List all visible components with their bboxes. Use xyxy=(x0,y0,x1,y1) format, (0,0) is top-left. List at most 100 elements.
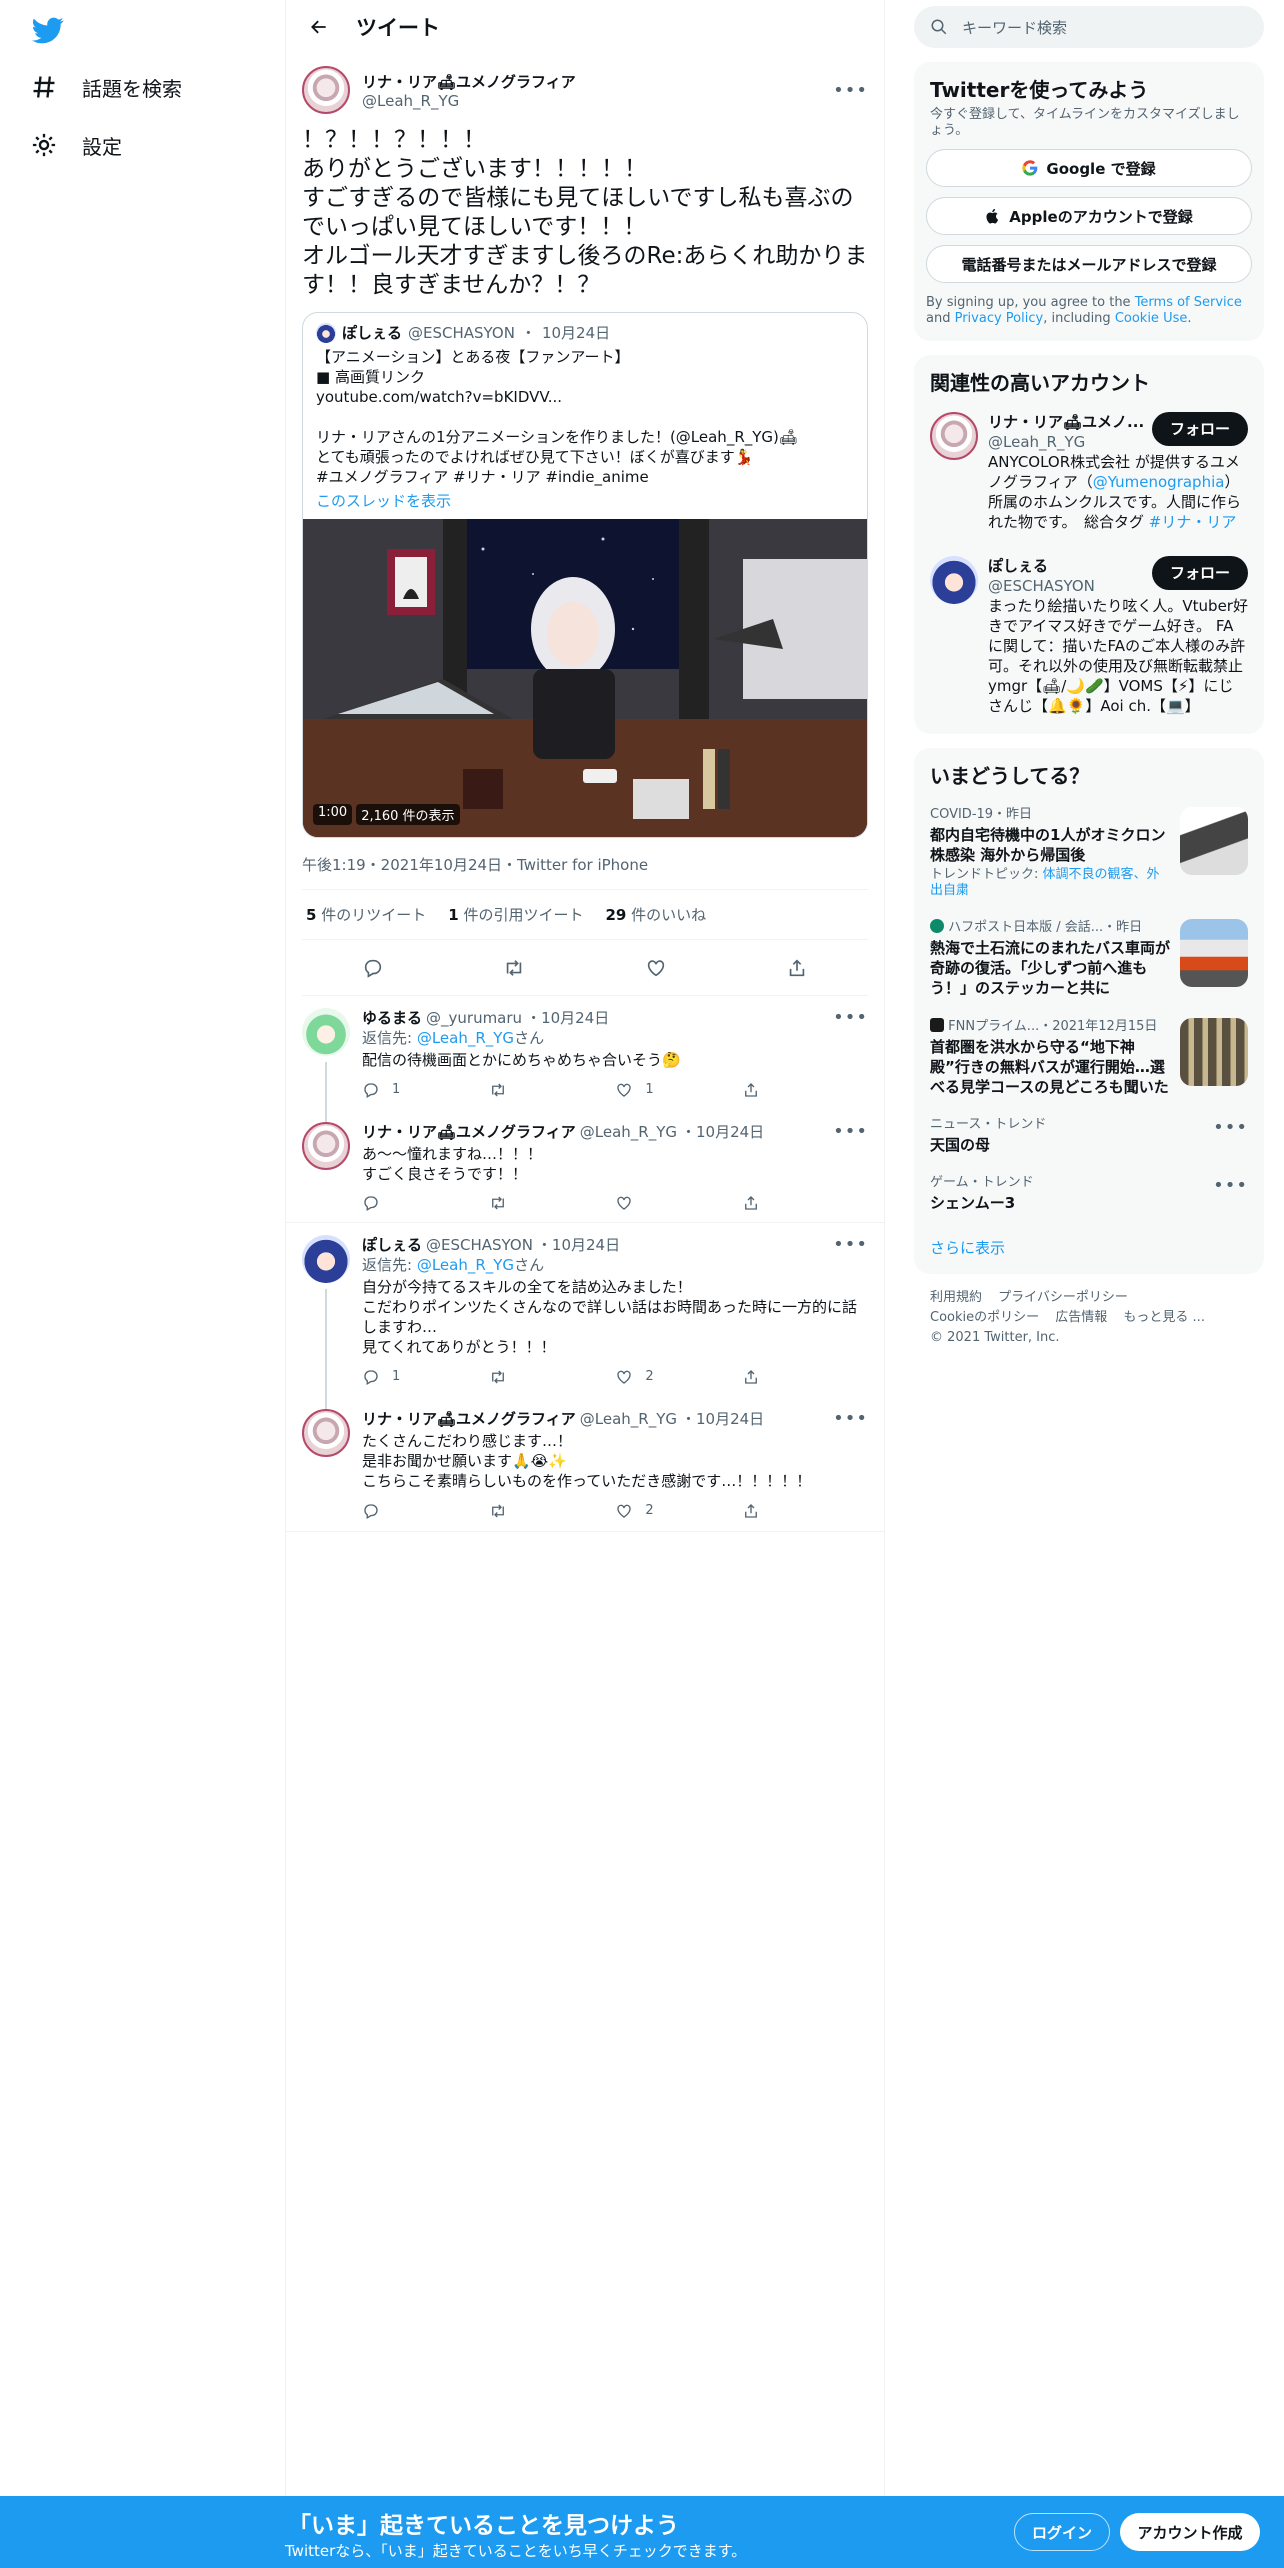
likes-stat[interactable]: 29 件のいいね xyxy=(605,904,706,925)
footer-link-cookie[interactable]: Cookieのポリシー xyxy=(930,1310,1039,1325)
retweet-button[interactable] xyxy=(489,1501,549,1521)
reply-date[interactable]: ・10月24日 xyxy=(681,1409,764,1429)
reply-author-handle[interactable]: @Leah_R_YG xyxy=(580,1409,677,1429)
banner-title: 「いま」起きていることを見つけよう xyxy=(288,2513,679,2539)
signup-button[interactable]: アカウント作成 xyxy=(1120,2513,1260,2551)
terms-link[interactable]: Terms of Service xyxy=(1135,295,1242,310)
show-thread-link[interactable]: このスレッドを表示 xyxy=(316,491,854,511)
trend-item[interactable]: ニュース・トレンド 天国の母 ••• xyxy=(914,1107,1264,1165)
avatar[interactable] xyxy=(302,66,350,114)
reply-to-link[interactable]: @Leah_R_YG xyxy=(417,1029,514,1047)
share-icon[interactable] xyxy=(786,957,808,979)
avatar[interactable] xyxy=(930,556,978,604)
reply-button[interactable]: 1 xyxy=(362,1080,422,1100)
follow-button[interactable]: フォロー xyxy=(1151,412,1248,446)
tweet-timestamp[interactable]: 午後1:19・2021年10月24日・Twitter for iPhone xyxy=(302,840,868,890)
avatar[interactable] xyxy=(302,1409,350,1457)
account-handle[interactable]: @ESCHASYON xyxy=(988,576,1095,596)
reply-tweet[interactable]: リナ・リア🛋ユメノグラフィア @Leah_R_YG ・10月24日 ••• たく… xyxy=(286,1397,884,1532)
reply-author-handle[interactable]: @_yurumaru xyxy=(426,1008,522,1028)
like-button[interactable]: 2 xyxy=(615,1501,675,1521)
google-signup-button[interactable]: Google で登録 xyxy=(926,149,1252,187)
more-options-icon[interactable]: ••• xyxy=(833,1008,868,1028)
reply-date[interactable]: ・10月24日 xyxy=(537,1235,620,1255)
more-options-icon[interactable]: ••• xyxy=(833,1409,868,1429)
more-options-icon[interactable]: ••• xyxy=(833,1122,868,1142)
twitter-logo-icon[interactable] xyxy=(32,14,64,46)
video-thumbnail[interactable]: 1:00 2,160 件の表示 xyxy=(303,519,867,837)
nav-explore[interactable]: 話題を検索 xyxy=(30,65,182,109)
trend-item[interactable]: ハフポスト日本版 / 会話...・昨日 熱海で土石流にのまれたバス車両が奇跡の復… xyxy=(914,909,1264,1008)
trend-item[interactable]: FNNプライム...・2021年12月15日 首都圏を洪水から守る“地下神殿”行… xyxy=(914,1008,1264,1107)
retweet-button[interactable] xyxy=(489,1194,549,1212)
share-button[interactable] xyxy=(742,1367,802,1387)
retweets-stat[interactable]: 5 件のリツイート xyxy=(306,904,426,925)
back-button[interactable] xyxy=(302,10,336,44)
follow-button[interactable]: フォロー xyxy=(1151,556,1248,590)
reply-author-handle[interactable]: @ESCHASYON xyxy=(426,1235,533,1255)
reply-icon[interactable] xyxy=(362,957,384,979)
quoted-tweet[interactable]: ぽしぇる @ESCHASYON ・ 10月24日 【アニメーション】とある夜【フ… xyxy=(302,312,868,838)
reply-author-name[interactable]: リナ・リア🛋ユメノグラフィア xyxy=(362,1409,576,1429)
privacy-link[interactable]: Privacy Policy xyxy=(955,311,1044,326)
bio-mention-link[interactable]: @Yumenographia xyxy=(1093,473,1225,491)
author-name[interactable]: リナ・リア🛋ユメノグラフィア xyxy=(362,71,576,92)
more-options-icon[interactable]: ••• xyxy=(1213,1175,1248,1213)
search-input[interactable]: キーワード検索 xyxy=(962,17,1067,38)
trend-item[interactable]: COVID-19・昨日 都内自宅待機中の1人がオミクロン株感染 海外から帰国後 … xyxy=(914,797,1264,909)
like-button[interactable]: 2 xyxy=(615,1367,675,1387)
like-button[interactable]: 1 xyxy=(615,1080,675,1100)
footer-link-more[interactable]: もっと見る ... xyxy=(1123,1310,1205,1325)
author-handle[interactable]: @Leah_R_YG xyxy=(362,92,576,110)
share-button[interactable] xyxy=(742,1080,802,1100)
nav-settings[interactable]: 設定 xyxy=(30,123,122,167)
show-more-link[interactable]: さらに表示 xyxy=(914,1223,1264,1274)
retweet-button[interactable] xyxy=(489,1367,549,1387)
quotes-stat[interactable]: 1 件の引用ツイート xyxy=(448,904,583,925)
like-icon[interactable] xyxy=(645,957,667,979)
trend-image xyxy=(1180,919,1248,987)
footer-link-privacy[interactable]: プライバシーポリシー xyxy=(998,1290,1128,1305)
avatar[interactable] xyxy=(302,1122,350,1170)
avatar[interactable] xyxy=(930,412,978,460)
reply-author-name[interactable]: リナ・リア🛋ユメノグラフィア xyxy=(362,1122,576,1142)
cookie-link[interactable]: Cookie Use xyxy=(1115,311,1188,326)
avatar[interactable] xyxy=(302,1235,350,1283)
trend-item[interactable]: ゲーム・トレンド シェンムー3 ••• xyxy=(914,1165,1264,1223)
share-button[interactable] xyxy=(742,1501,802,1521)
reply-text: たくさんこだわり感じます…！ 是非お聞かせ願います🙏😭✨ こちらこそ素晴らしいも… xyxy=(362,1432,812,1490)
reply-button[interactable] xyxy=(362,1194,422,1212)
reply-author-handle[interactable]: @Leah_R_YG xyxy=(580,1122,677,1142)
account-name[interactable]: ぽしぇる xyxy=(988,556,1095,576)
reply-button[interactable] xyxy=(362,1501,422,1521)
login-button[interactable]: ログイン xyxy=(1014,2513,1110,2551)
account-handle[interactable]: @Leah_R_YG xyxy=(988,432,1144,452)
more-options-icon[interactable]: ••• xyxy=(833,80,868,101)
reply-tweet[interactable]: ぽしぇる @ESCHASYON ・10月24日 ••• 返信先: @Leah_R… xyxy=(286,1223,884,1409)
retweet-icon[interactable] xyxy=(503,957,525,979)
retweet-button[interactable] xyxy=(489,1080,549,1100)
reply-tweet[interactable]: リナ・リア🛋ユメノグラフィア @Leah_R_YG ・10月24日 ••• あ〜… xyxy=(286,1110,884,1223)
reply-to-link[interactable]: @Leah_R_YG xyxy=(417,1256,514,1274)
reply-date[interactable]: ・10月24日 xyxy=(526,1008,609,1028)
footer-link-terms[interactable]: 利用規約 xyxy=(930,1290,982,1305)
more-options-icon[interactable]: ••• xyxy=(1213,1117,1248,1155)
share-button[interactable] xyxy=(742,1194,802,1212)
more-options-icon[interactable]: ••• xyxy=(833,1235,868,1255)
avatar[interactable] xyxy=(302,1008,350,1056)
search-box[interactable]: キーワード検索 xyxy=(914,6,1264,48)
account-name[interactable]: リナ・リア🛋ユメノ... xyxy=(988,412,1144,432)
reply-date[interactable]: ・10月24日 xyxy=(681,1122,764,1142)
reply-button[interactable]: 1 xyxy=(362,1367,422,1387)
like-button[interactable] xyxy=(615,1194,675,1212)
copyright: © 2021 Twitter, Inc. xyxy=(930,1330,1060,1345)
phone-email-signup-button[interactable]: 電話番号またはメールアドレスで登録 xyxy=(926,245,1252,283)
account-item[interactable]: リナ・リア🛋ユメノ... @Leah_R_YG フォロー ANYCOLOR株式会… xyxy=(914,400,1264,544)
reply-author-name[interactable]: ゆるまる xyxy=(362,1008,422,1028)
apple-signup-button[interactable]: Appleのアカウントで登録 xyxy=(926,197,1252,235)
account-item[interactable]: ぽしぇる @ESCHASYON フォロー まったり絵描いたり呟く人。Vtuber… xyxy=(914,544,1264,728)
reply-tweet[interactable]: ゆるまる @_yurumaru ・10月24日 ••• 返信先: @Leah_R… xyxy=(286,996,884,1122)
reply-author-name[interactable]: ぽしぇる xyxy=(362,1235,422,1255)
bio-hashtag-link[interactable]: #リナ・リア xyxy=(1149,513,1237,531)
footer-link-ads[interactable]: 広告情報 xyxy=(1055,1310,1107,1325)
